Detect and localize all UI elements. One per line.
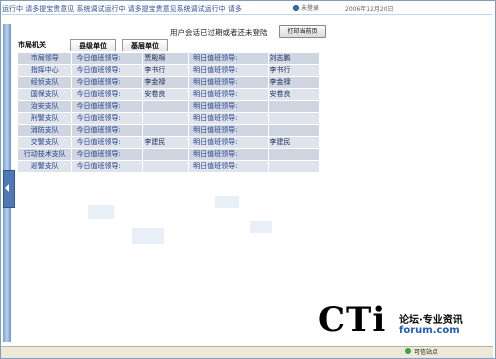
unit-name[interactable]: 刑警支队 xyxy=(16,112,73,125)
today-leader xyxy=(142,100,190,113)
header-divider xyxy=(2,14,492,15)
watermark-logo: CTi xyxy=(318,300,387,340)
trusted-site-icon xyxy=(405,348,411,354)
unit-name[interactable]: 指挥中心 xyxy=(16,64,73,77)
today-leader xyxy=(142,112,190,125)
tomorrow-label: 明日值班领导: xyxy=(188,88,269,101)
tab-city-bureau[interactable]: 市局机关 xyxy=(12,39,52,51)
unit-name[interactable]: 经侦支队 xyxy=(16,76,73,89)
current-date: 2006年12月20日 xyxy=(345,6,394,13)
tomorrow-leader xyxy=(267,124,320,137)
today-leader: 李建民 xyxy=(142,136,190,149)
tomorrow-leader: 李建民 xyxy=(267,136,320,149)
today-label: 今日值班领导: xyxy=(71,148,144,161)
tomorrow-leader xyxy=(267,160,320,173)
status-zone: 可信站点 xyxy=(414,349,439,356)
tomorrow-leader: 刘志鹏 xyxy=(267,52,320,65)
tomorrow-label: 明日值班领导: xyxy=(188,148,269,161)
unit-name[interactable]: 行动技术支队 xyxy=(16,148,73,161)
tomorrow-label: 明日值班领导: xyxy=(188,112,269,125)
today-leader: 安卷良 xyxy=(142,88,190,101)
duty-row: 经侦支队 今日值班领导: 李金禄 明日值班领导: 李金禄 xyxy=(16,76,320,89)
today-leader: 李金禄 xyxy=(142,76,190,89)
tomorrow-label: 明日值班领导: xyxy=(188,64,269,77)
background-decoration xyxy=(250,221,272,233)
tomorrow-leader xyxy=(267,112,320,125)
collapse-arrow-icon xyxy=(5,184,9,192)
background-decoration xyxy=(132,228,164,244)
duty-row: 行动技术支队 今日值班领导: 明日值班领导: xyxy=(16,148,320,161)
tab-county-units[interactable]: 县级单位 xyxy=(70,39,116,51)
tomorrow-label: 明日值班领导: xyxy=(188,136,269,149)
today-leader: 贾殿棉 xyxy=(142,52,190,65)
today-label: 今日值班领导: xyxy=(71,100,144,113)
watermark-line2: forum.com xyxy=(399,325,460,336)
tab-grassroots-units[interactable]: 基层单位 xyxy=(122,39,168,51)
duty-row: 消防支队 今日值班领导: 明日值班领导: xyxy=(16,124,320,137)
unit-name[interactable]: 市局领导 xyxy=(16,52,73,65)
tomorrow-leader: 安卷良 xyxy=(267,88,320,101)
duty-row: 刑警支队 今日值班领导: 明日值班领导: xyxy=(16,112,320,125)
tomorrow-label: 明日值班领导: xyxy=(188,160,269,173)
session-message: 用户会话已过期或者还未登陆 xyxy=(170,28,268,37)
duty-row: 巡警支队 今日值班领导: 明日值班领导: xyxy=(16,160,320,173)
unit-name[interactable]: 交警支队 xyxy=(16,136,73,149)
today-label: 今日值班领导: xyxy=(71,112,144,125)
tomorrow-label: 明日值班领导: xyxy=(188,100,269,113)
today-label: 今日值班领导: xyxy=(71,76,144,89)
today-label: 今日值班领导: xyxy=(71,64,144,77)
today-leader xyxy=(142,124,190,137)
duty-row: 国保支队 今日值班领导: 安卷良 明日值班领导: 安卷良 xyxy=(16,88,320,101)
duty-row: 市局领导 今日值班领导: 贾殿棉 明日值班领导: 刘志鹏 xyxy=(16,52,320,65)
unit-name[interactable]: 国保支队 xyxy=(16,88,73,101)
tomorrow-leader xyxy=(267,100,320,113)
background-decoration xyxy=(88,205,114,219)
duty-roster-table: 市局领导 今日值班领导: 贾殿棉 明日值班领导: 刘志鹏 指挥中心 今日值班领导: 李书行 明日… xyxy=(16,52,320,173)
user-icon xyxy=(293,4,299,11)
today-label: 今日值班领导: xyxy=(71,136,144,149)
marquee-notice: 运行中 请多提宝贵意见 系统调试运行中 请多提宝贵意见系统调试运行中 请多 xyxy=(2,5,242,13)
tomorrow-label: 明日值班领导: xyxy=(188,52,269,65)
unit-name[interactable]: 治安支队 xyxy=(16,100,73,113)
watermark-line1: 论坛·专业资讯 xyxy=(399,315,463,326)
tomorrow-label: 明日值班领导: xyxy=(188,76,269,89)
today-label: 今日值班领导: xyxy=(71,88,144,101)
today-label: 今日值班领导: xyxy=(71,124,144,137)
duty-row: 指挥中心 今日值班领导: 李书行 明日值班领导: 李书行 xyxy=(16,64,320,77)
duty-row: 交警支队 今日值班领导: 李建民 明日值班领导: 李建民 xyxy=(16,136,320,149)
today-leader xyxy=(142,148,190,161)
duty-row: 治安支队 今日值班领导: 明日值班领导: xyxy=(16,100,320,113)
today-leader: 李书行 xyxy=(142,64,190,77)
tomorrow-leader: 李金禄 xyxy=(267,76,320,89)
unit-name[interactable]: 消防支队 xyxy=(16,124,73,137)
background-decoration xyxy=(215,196,239,208)
tomorrow-label: 明日值班领导: xyxy=(188,124,269,137)
today-label: 今日值班领导: xyxy=(71,52,144,65)
print-page-button[interactable]: 打印当前页 xyxy=(279,25,326,38)
tomorrow-leader xyxy=(267,148,320,161)
today-label: 今日值班领导: xyxy=(71,160,144,173)
today-leader xyxy=(142,160,190,173)
unit-name[interactable]: 巡警支队 xyxy=(16,160,73,173)
user-status[interactable]: 未登录 xyxy=(293,3,319,12)
tomorrow-leader: 李书行 xyxy=(267,64,320,77)
user-status-label: 未登录 xyxy=(301,5,320,12)
